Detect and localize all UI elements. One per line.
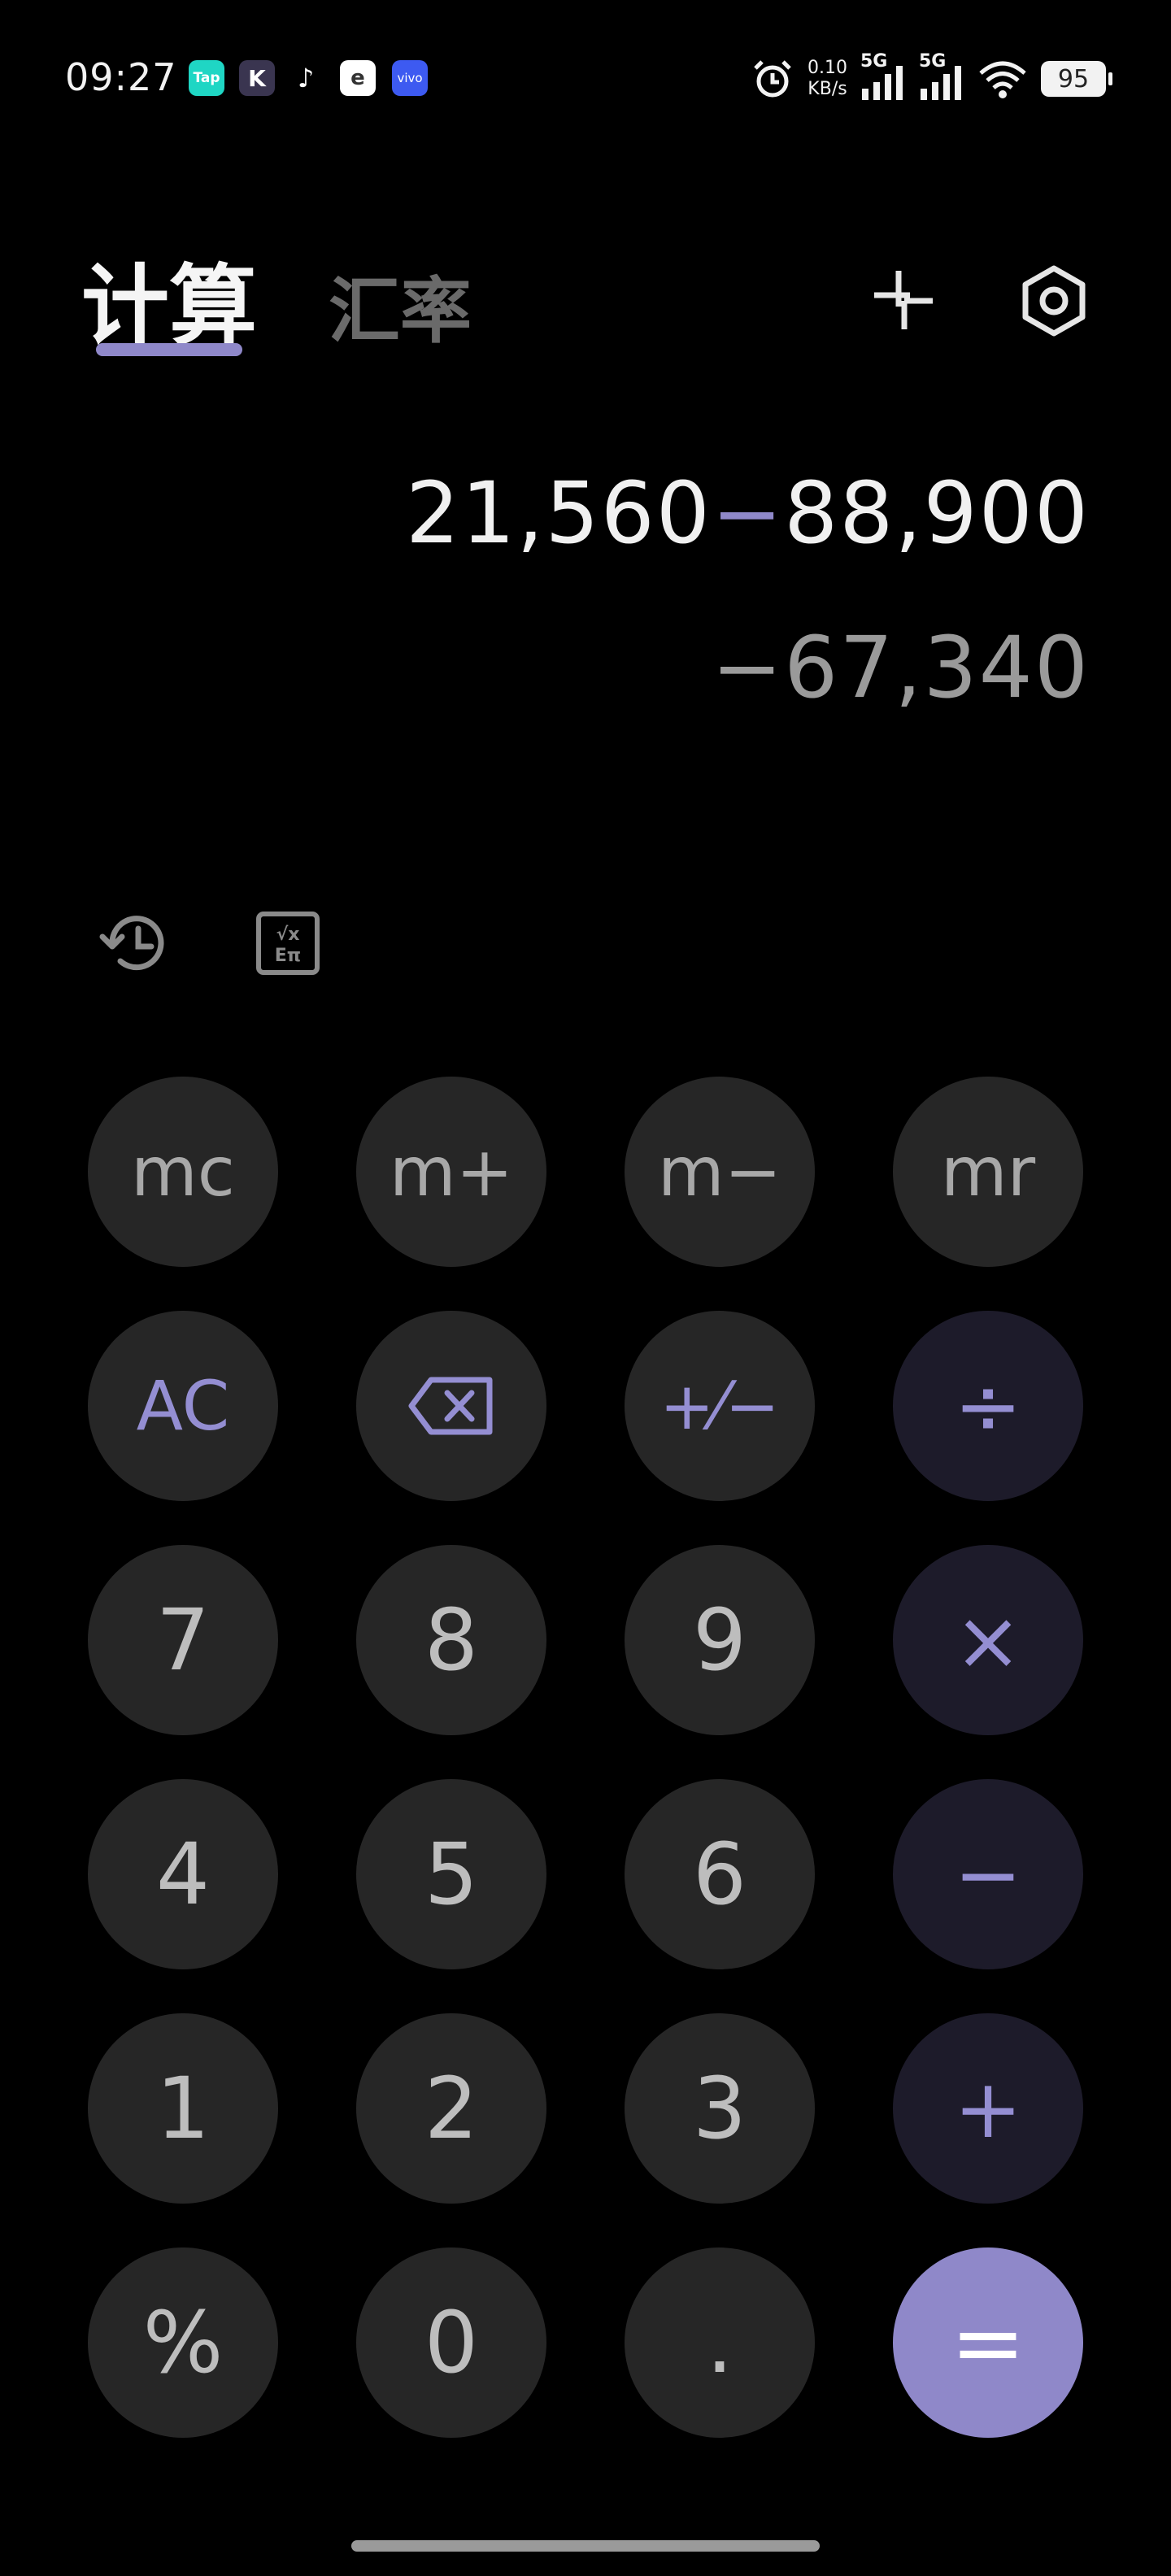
mc-button[interactable]: mc [88, 1077, 278, 1267]
expression-operator: − [711, 463, 785, 563]
digit-3-button[interactable]: 3 [625, 2013, 815, 2204]
decimal-point-button[interactable]: . [625, 2247, 815, 2438]
svg-text:√x: √x [276, 925, 300, 945]
wifi-icon [979, 61, 1026, 98]
collapse-icon [874, 271, 933, 329]
tab-exchange-rate[interactable]: 汇率 [329, 254, 472, 357]
signal-2-label: 5G [919, 51, 947, 72]
plus-button[interactable]: + [893, 2013, 1083, 2204]
plus-minus-button[interactable]: +⁄− [625, 1311, 815, 1501]
divide-button[interactable]: ÷ [893, 1311, 1083, 1501]
digit-0-button[interactable]: 0 [356, 2247, 546, 2438]
scientific-mode-button[interactable]: √x Eπ [247, 903, 329, 984]
digit-1-button[interactable]: 1 [88, 2013, 278, 2204]
digit-6-button[interactable]: 6 [625, 1779, 815, 1969]
status-time: 09:27 [65, 55, 177, 99]
signal-1-label: 5G [860, 51, 888, 72]
ac-button[interactable]: AC [88, 1311, 278, 1501]
digit-7-button[interactable]: 7 [88, 1545, 278, 1735]
battery-indicator: 95 [1041, 61, 1112, 97]
tiktok-icon: ♪ [288, 60, 324, 96]
multiply-button[interactable]: × [893, 1545, 1083, 1735]
result-preview: −67,340 [711, 618, 1090, 717]
history-icon [99, 916, 164, 971]
gear-icon [1022, 265, 1086, 337]
svg-text:Eπ: Eπ [275, 946, 301, 966]
digit-2-button[interactable]: 2 [356, 2013, 546, 2204]
settings-button[interactable] [1013, 260, 1095, 342]
digit-5-button[interactable]: 5 [356, 1779, 546, 1969]
net-speed-unit: KB/s [808, 79, 847, 99]
net-speed-value: 0.10 [808, 58, 847, 78]
home-indicator[interactable] [351, 2540, 820, 2552]
tap-app-icon: Tap [189, 60, 224, 96]
equals-button[interactable]: = [893, 2247, 1083, 2438]
status-indicators: 0.10 KB/s 5G 5G 95 [751, 50, 1112, 107]
expression-display: 21,560−88,900 [406, 463, 1090, 563]
e-app-icon: e [340, 60, 376, 96]
scientific-icon: √x Eπ [256, 912, 320, 975]
digit-9-button[interactable]: 9 [625, 1545, 815, 1735]
percent-button[interactable]: % [88, 2247, 278, 2438]
alarm-icon [754, 60, 791, 98]
operand-2: 88,900 [784, 463, 1090, 563]
backspace-button[interactable] [356, 1311, 546, 1501]
net-speed: 0.10 KB/s [808, 58, 847, 100]
m-plus-button[interactable]: m+ [356, 1077, 546, 1267]
status-bar: 09:27 Tap K ♪ e vivo 0.10 KB/s 5G 5G 95 [0, 0, 1171, 154]
mr-button[interactable]: mr [893, 1077, 1083, 1267]
signal-icon-1: 5G [860, 51, 906, 102]
m-minus-button[interactable]: m− [625, 1077, 815, 1267]
backspace-icon [408, 1377, 493, 1435]
collapse-button[interactable] [864, 260, 945, 342]
vivo-app-icon: vivo [392, 60, 428, 96]
minus-button[interactable]: − [893, 1779, 1083, 1969]
history-button[interactable] [94, 903, 176, 984]
k-app-icon: K [239, 60, 275, 96]
digit-4-button[interactable]: 4 [88, 1779, 278, 1969]
digit-8-button[interactable]: 8 [356, 1545, 546, 1735]
signal-icon-2: 5G [919, 51, 964, 102]
tab-active-indicator [96, 343, 242, 356]
operand-1: 21,560 [406, 463, 712, 563]
